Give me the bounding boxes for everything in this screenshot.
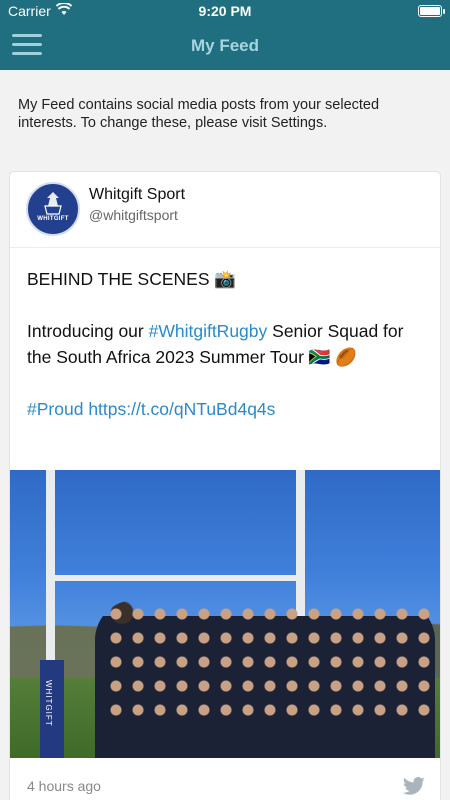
team-faces xyxy=(105,602,435,722)
battery-icon xyxy=(418,5,445,17)
post-footer: 4 hours ago xyxy=(10,758,440,800)
post-text-segment: Introducing our xyxy=(27,321,149,341)
school-crest-icon xyxy=(44,192,62,215)
page-title: My Feed xyxy=(190,36,260,55)
hashtag-link[interactable]: #WhitgiftRugby xyxy=(149,321,268,341)
feed-intro-text: My Feed contains social media posts from… xyxy=(18,97,380,131)
post-line-3: #Proud https://t.co/qNTuBd4q4s xyxy=(27,396,427,422)
url-link[interactable]: https://t.co/qNTuBd4q4s xyxy=(88,399,275,419)
social-post-card[interactable]: WHITGIFT Whitgift Sport @whitgiftsport B… xyxy=(9,171,441,800)
avatar: WHITGIFT xyxy=(26,182,80,236)
twitter-bird-icon[interactable] xyxy=(402,776,426,798)
post-pad-text: WHITGIFT xyxy=(44,680,53,727)
author-handle[interactable]: @whitgiftsport xyxy=(89,207,178,223)
post-body: BEHIND THE SCENES 📸 Introducing our #Whi… xyxy=(27,266,427,422)
goalpost-left xyxy=(46,470,55,670)
post-header: WHITGIFT Whitgift Sport @whitgiftsport xyxy=(10,172,440,248)
post-line-1: BEHIND THE SCENES 📸 xyxy=(27,269,237,289)
avatar-label: WHITGIFT xyxy=(37,216,69,222)
post-timestamp: 4 hours ago xyxy=(27,778,101,794)
status-bar: Carrier 9:20 PM xyxy=(0,0,450,22)
goalpost-crossbar xyxy=(46,575,305,581)
post-image[interactable]: WHITGIFT xyxy=(10,470,440,758)
post-line-2: Introducing our #WhitgiftRugby Senior Sq… xyxy=(27,318,427,370)
author-name[interactable]: Whitgift Sport xyxy=(89,186,185,204)
status-time: 9:20 PM xyxy=(198,3,252,19)
navigation-bar: My Feed xyxy=(0,22,450,70)
hashtag-link[interactable]: #Proud xyxy=(27,399,83,419)
